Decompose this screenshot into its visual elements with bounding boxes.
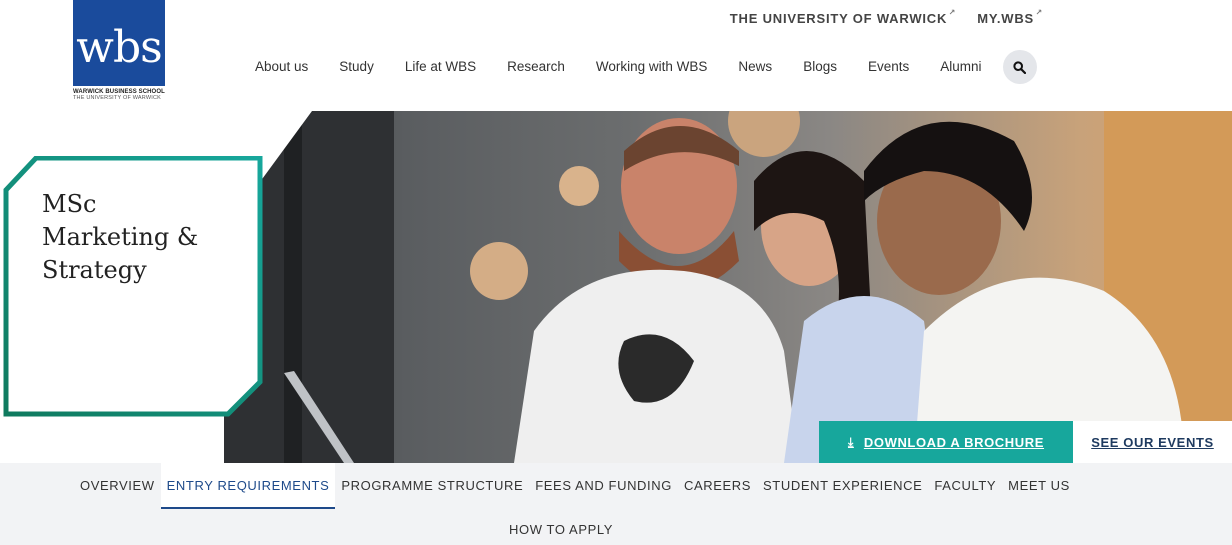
wbs-logo[interactable]: wbs WARWICK BUSINESS SCHOOL THE UNIVERSI… — [73, 0, 165, 104]
utility-nav: THE UNIVERSITY OF WARWICK ↗ MY.WBS ↗ — [730, 8, 1042, 26]
see-our-events-button[interactable]: SEE OUR EVENTS — [1073, 421, 1232, 463]
programme-sub-nav: OVERVIEW ENTRY REQUIREMENTS PROGRAMME ST… — [0, 463, 1232, 545]
main-nav: About us Study Life at WBS Research Work… — [255, 50, 1037, 84]
subnav-careers[interactable]: CAREERS — [678, 463, 757, 509]
nav-news[interactable]: News — [738, 50, 772, 84]
my-wbs-link[interactable]: MY.WBS ↗ — [977, 8, 1042, 26]
download-brochure-button[interactable]: ⤓ DOWNLOAD A BROCHURE — [819, 421, 1073, 463]
programme-title-card: MSc Marketing & Strategy — [2, 156, 264, 418]
subnav-meet-us[interactable]: MEET US — [1002, 463, 1076, 509]
subnav-programme-structure[interactable]: PROGRAMME STRUCTURE — [335, 463, 529, 509]
nav-working-with-wbs[interactable]: Working with WBS — [596, 50, 708, 84]
nav-life-at-wbs[interactable]: Life at WBS — [405, 50, 476, 84]
nav-study[interactable]: Study — [339, 50, 374, 84]
subnav-fees-and-funding[interactable]: FEES AND FUNDING — [529, 463, 678, 509]
nav-blogs[interactable]: Blogs — [803, 50, 837, 84]
hero-photo — [224, 111, 1232, 463]
hero-photo-illustration — [224, 111, 1232, 463]
external-link-icon: ↗ — [948, 8, 957, 17]
subnav-student-experience[interactable]: STUDENT EXPERIENCE — [757, 463, 928, 509]
nav-about-us[interactable]: About us — [255, 50, 308, 84]
subnav-how-to-apply[interactable]: HOW TO APPLY — [509, 522, 613, 537]
nav-research[interactable]: Research — [507, 50, 565, 84]
search-icon — [1013, 60, 1027, 74]
subnav-entry-requirements[interactable]: ENTRY REQUIREMENTS — [160, 463, 336, 509]
university-of-warwick-link[interactable]: THE UNIVERSITY OF WARWICK ↗ — [730, 8, 956, 26]
search-button[interactable] — [1002, 50, 1037, 84]
nav-alumni[interactable]: Alumni — [940, 50, 981, 84]
nav-events[interactable]: Events — [868, 50, 909, 84]
subnav-faculty[interactable]: FACULTY — [928, 463, 1002, 509]
download-icon: ⤓ — [847, 434, 854, 449]
subnav-overview[interactable]: OVERVIEW — [74, 463, 161, 509]
external-link-icon: ↗ — [1035, 8, 1043, 17]
logo-mark: wbs — [73, 0, 165, 86]
logo-university-name: THE UNIVERSITY OF WARWICK — [73, 95, 162, 101]
page-title: MSc Marketing & Strategy — [42, 190, 199, 284]
